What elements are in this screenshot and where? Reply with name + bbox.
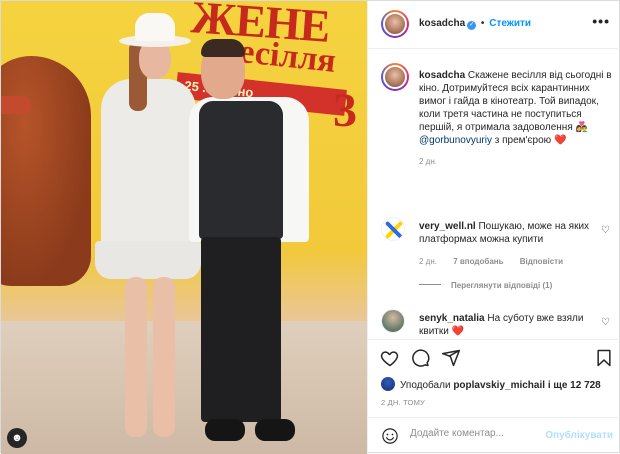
comment-like-icon[interactable]: ♡ [601, 317, 611, 328]
poster-number: 3 [333, 84, 357, 137]
emoji-icon[interactable] [381, 427, 399, 445]
heart-emoji: ❤️ [451, 326, 465, 337]
publish-button[interactable]: Опублікувати [545, 430, 613, 441]
comments-list[interactable]: kosadcha Скажене весілля від сьогодні в … [368, 49, 620, 341]
reply-button[interactable]: Відповісти [520, 257, 563, 266]
author-avatar[interactable] [381, 10, 409, 38]
post-actions: Уподобали poplavskiy_michail і ще 12 728… [368, 339, 620, 417]
likes-prefix: Уподобали [400, 380, 451, 391]
view-replies-button[interactable]: Переглянути відповіді (1) [419, 281, 552, 290]
photo-hat [119, 13, 191, 49]
likes-count[interactable]: і ще 12 728 [548, 380, 601, 391]
instagram-post-modal: ЖЕНЕ весілля 25 ... у кіно 3 ☻ kosadcha✓… [0, 0, 620, 454]
caption-age: 2 дн. [419, 157, 437, 166]
post-photo[interactable]: ЖЕНЕ весілля 25 ... у кіно 3 ☻ [1, 1, 367, 454]
post-timestamp: 2 ДН. ТОМУ [381, 398, 426, 407]
commenter-username[interactable]: senyk_natalia [419, 313, 485, 324]
user-tag-icon[interactable]: ☻ [7, 428, 27, 448]
share-icon[interactable] [441, 348, 461, 368]
comment-like-icon[interactable]: ♡ [601, 225, 611, 236]
likes-summary[interactable]: Уподобали poplavskiy_michail і ще 12 728 [381, 377, 601, 391]
caption-avatar[interactable] [381, 63, 409, 91]
heart-icon[interactable] [380, 348, 400, 368]
author-username[interactable]: kosadcha [419, 18, 465, 29]
liker-avatar [381, 377, 395, 391]
more-options-icon[interactable]: ••• [592, 13, 610, 29]
photo-poster-horse [1, 56, 91, 286]
add-comment-bar: Опублікувати [368, 417, 620, 454]
comment-icon[interactable] [410, 348, 430, 368]
photo-man-vest [199, 101, 283, 239]
commenter-avatar[interactable] [381, 309, 405, 333]
caption-text-end: з прем'єрою [494, 135, 552, 146]
comment-age: 2 дн. [419, 257, 437, 266]
post-header: kosadcha ✓ • Стежити ••• [368, 1, 620, 49]
bookmark-icon[interactable] [594, 348, 614, 368]
follow-button[interactable]: Стежити [489, 18, 531, 29]
heart-emoji: ❤️ [553, 135, 567, 146]
commenter-avatar[interactable] [381, 217, 405, 241]
photo-floor [1, 321, 367, 454]
comment-input[interactable] [410, 428, 560, 439]
liker-username[interactable]: poplavskiy_michail [453, 380, 545, 391]
caption-username[interactable]: kosadcha [419, 70, 465, 81]
post-sidebar: kosadcha ✓ • Стежити ••• kosadcha Скажене… [367, 1, 620, 454]
verified-badge-icon: ✓ [467, 21, 477, 30]
commenter-username[interactable]: very_well.nl [419, 221, 476, 232]
caption-mention[interactable]: @gorbunovyuriy [419, 135, 492, 146]
comment-likes-count[interactable]: 7 вподобань [453, 257, 503, 266]
header-separator: • [480, 18, 485, 29]
